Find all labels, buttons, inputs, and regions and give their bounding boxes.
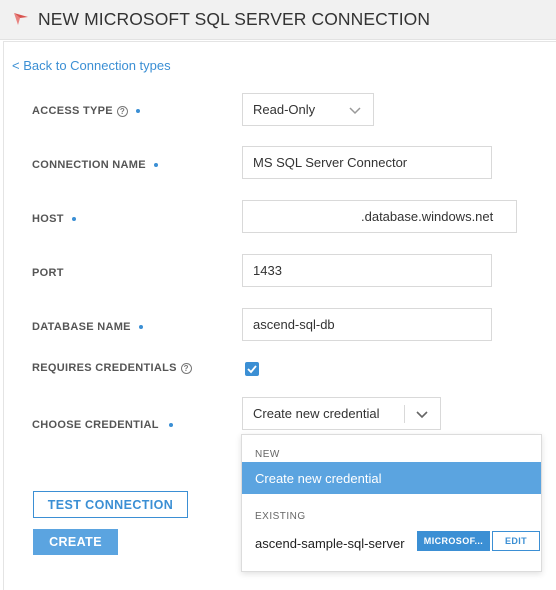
access-type-label: ACCESS TYPE ? [32,105,140,117]
choose-credential-select[interactable]: Create new credential [242,397,441,430]
credential-dropdown-menu: NEW Create new credential EXISTING ascen… [241,434,542,572]
connection-name-label: CONNECTION NAME [32,159,158,171]
page-header: NEW MICROSOFT SQL SERVER CONNECTION [0,0,556,40]
dropdown-new-header: NEW [255,449,280,460]
dropdown-existing-header: EXISTING [255,511,306,522]
test-connection-button[interactable]: TEST CONNECTION [33,491,188,518]
required-indicator [168,423,173,427]
required-indicator [153,163,158,167]
port-label: PORT [32,267,64,279]
dropdown-option-existing-credential[interactable]: ascend-sample-sql-server [255,536,405,551]
help-icon[interactable]: ? [180,362,192,374]
chevron-down-icon [416,411,428,419]
edit-credential-button[interactable]: EDIT [492,531,540,551]
back-to-connection-types-link[interactable]: < Back to Connection types [12,58,171,73]
create-button[interactable]: CREATE [33,529,118,555]
select-divider [404,405,405,423]
required-indicator [138,325,143,329]
help-icon[interactable]: ? [116,105,128,117]
checkmark-icon [247,365,257,374]
choose-credential-label: CHOOSE CREDENTIAL [32,419,173,431]
database-name-input[interactable]: ascend-sql-db [242,308,492,341]
host-label: HOST [32,213,76,225]
required-indicator [135,109,140,113]
logo-icon [13,12,29,31]
host-input[interactable]: .database.windows.net [242,200,517,233]
chevron-down-icon [349,107,361,115]
port-input[interactable]: 1433 [242,254,492,287]
database-name-label: DATABASE NAME [32,321,143,333]
requires-credentials-label: REQUIRES CREDENTIALS ? [32,362,192,374]
access-type-select[interactable]: Read-Only [242,93,374,126]
credential-type-badge: MICROSOF... [417,531,490,551]
connection-name-input[interactable]: MS SQL Server Connector [242,146,492,179]
dropdown-option-create-new-credential[interactable]: Create new credential [242,462,541,494]
required-indicator [71,217,76,221]
requires-credentials-checkbox[interactable] [245,362,259,376]
page-title: NEW MICROSOFT SQL SERVER CONNECTION [38,9,431,29]
